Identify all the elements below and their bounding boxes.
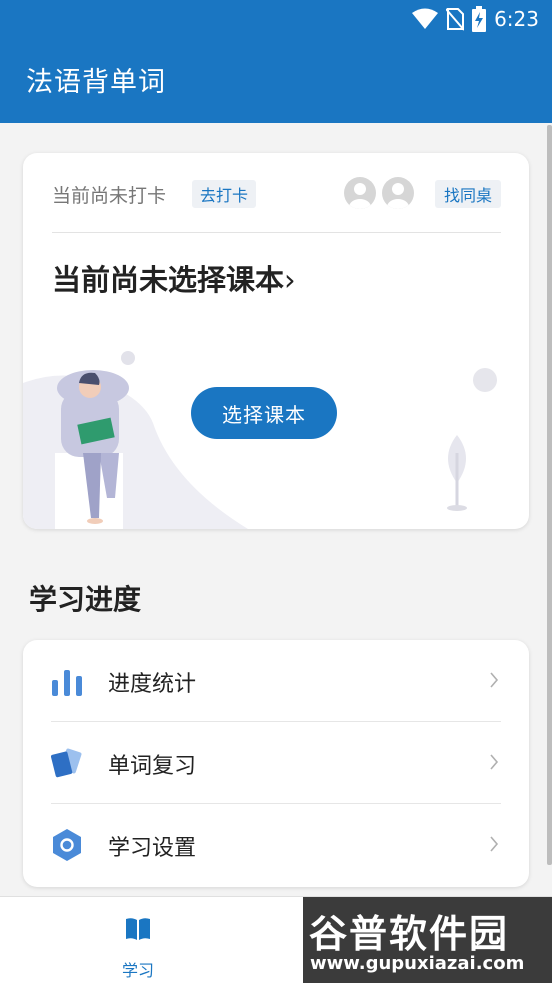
chevron-right-icon — [490, 836, 499, 852]
default-avatar-icon — [387, 183, 409, 209]
reading-person-illustration — [23, 351, 497, 529]
settings-hexagon-icon — [53, 829, 81, 861]
status-icons — [412, 6, 486, 32]
battery-charging-icon — [472, 6, 486, 32]
app-title: 法语背单词 — [26, 67, 166, 98]
watermark-url: www.gupuxiazai.com — [310, 953, 525, 974]
textbook-card: 当前尚未打卡 去打卡 找同桌 当前尚未选择课本› 选择课本 — [23, 153, 529, 529]
list-item-label: 单词复习 — [108, 754, 197, 779]
progress-list: 进度统计 单词复习 学习设置 — [23, 640, 529, 887]
status-time: 6:23 — [494, 7, 539, 31]
find-deskmate-button[interactable]: 找同桌 — [434, 180, 501, 208]
bar-chart-icon — [52, 670, 82, 696]
choose-textbook-button[interactable]: 选择课本 — [191, 387, 337, 439]
watermark: 谷普软件园 www.gupuxiazai.com — [303, 897, 552, 983]
book-icon — [126, 918, 150, 940]
list-item-study-settings[interactable]: 学习设置 — [23, 804, 529, 886]
checkin-button[interactable]: 去打卡 — [192, 180, 257, 208]
nav-label: 学习 — [121, 961, 154, 980]
scrollbar[interactable] — [547, 125, 552, 865]
chevron-right-icon: › — [284, 263, 296, 297]
nav-item-learn[interactable]: 学习 — [108, 911, 168, 980]
section-title: 学习进度 — [29, 583, 142, 616]
cards-icon — [51, 748, 82, 778]
chevron-right-icon — [490, 672, 499, 688]
default-avatar-icon — [349, 183, 371, 209]
chevron-right-icon — [490, 754, 499, 770]
list-item-word-review[interactable]: 单词复习 — [23, 722, 529, 804]
current-textbook-title[interactable]: 当前尚未选择课本› — [52, 257, 296, 299]
watermark-title: 谷普软件园 — [309, 912, 510, 956]
list-item-progress-stats[interactable]: 进度统计 — [23, 640, 529, 722]
divider — [52, 232, 501, 233]
wifi-icon — [412, 8, 438, 29]
list-item-label: 进度统计 — [108, 672, 197, 697]
status-bar: 6:23 — [0, 0, 552, 38]
avatar[interactable] — [344, 177, 376, 209]
avatar[interactable] — [382, 177, 414, 209]
app-bar: 6:23 法语背单词 — [0, 0, 552, 123]
checkin-status: 当前尚未打卡 — [52, 185, 167, 207]
list-item-label: 学习设置 — [108, 836, 197, 861]
textbook-title-text: 当前尚未选择课本 — [52, 263, 285, 297]
no-sim-icon — [446, 8, 464, 31]
